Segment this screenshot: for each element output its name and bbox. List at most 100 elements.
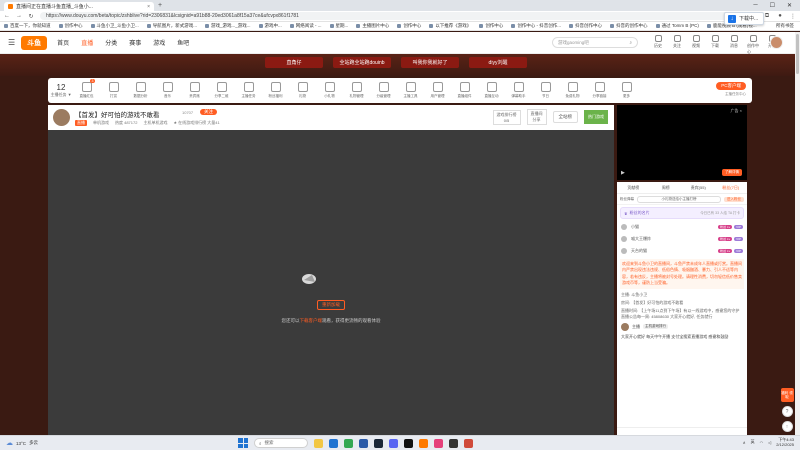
weather-widget[interactable]: ☁ 13°C 多云 [0,439,38,447]
toolbar-item[interactable]: 免费礼物 [560,82,585,99]
task-level[interactable]: 12 主播任务 ▼ [48,83,74,98]
store-icon[interactable] [359,438,368,448]
back-icon[interactable]: ← [4,13,10,19]
toolbar-item[interactable]: 直播组件 [452,82,477,99]
reload-button[interactable]: 重新加载 [317,300,345,310]
fan-card[interactable]: ♛ 粉丝的名片 今日已有 33 人给 TA 打卡 [620,207,744,219]
rank-row[interactable]: 天台的猫 粉丝 Lv VIP [617,245,747,257]
toolbar-item[interactable]: 粉丝福利 [263,82,288,99]
banner-button[interactable]: 直角仔 [265,57,323,68]
creator-button[interactable]: 创作中心 [747,35,759,55]
ad-label[interactable]: 广告 × [731,108,742,114]
rank-row[interactable]: 小猫 粉丝 Lv VIP [617,221,747,233]
chat-input[interactable] [617,427,747,435]
douyu-app-icon[interactable] [419,438,428,448]
toolbar-item[interactable]: 分享链接 [587,82,612,99]
toolbar-item[interactable]: 主播工具 [398,82,423,99]
bookmark-item[interactable]: 游戏_游戏..._游戏... [205,23,251,29]
bookmark-item[interactable]: 游戏中... [258,23,282,29]
bookmark-item[interactable]: 通过 Tomm B (PC) [655,23,699,29]
menu-icon[interactable]: ☰ [8,38,15,47]
bookmark-item[interactable]: 主播图片中心 [356,23,389,29]
room-subcategory[interactable]: 主机单机游戏 [143,120,167,126]
search-input[interactable]: 游戏gaoming吧 ⌕ [552,37,638,48]
tiktok-icon[interactable] [404,438,413,448]
bookmark-item[interactable]: 创作中心 - 抖音创作... [511,23,561,29]
toolbar-item[interactable]: 弹幕助手 [506,82,531,99]
url-field[interactable]: https://www.douyu.com/beta/topic/zshbliv… [40,12,745,20]
pc-client[interactable]: PC客户端 主播任务中心 [716,82,746,97]
video-button[interactable]: 视频 [690,35,702,55]
file-explorer-icon[interactable] [314,438,323,448]
banner-button[interactable]: 全站跑全站跑douinb [333,57,391,68]
toolbar-item[interactable]: 分享二维 [209,82,234,99]
bookmark-item[interactable]: 创作中心 [397,23,421,29]
welfare-button[interactable]: 福利 领取 [780,388,794,402]
game-rank-box[interactable]: 游戏排行榜 0/5 [492,109,521,125]
tab-contribution[interactable]: 贡献榜 [617,185,650,191]
minimize-icon[interactable]: ─ [753,2,757,9]
toolbar-item[interactable]: 礼物 [290,82,315,99]
language-indicator[interactable]: 英 [751,439,755,445]
chrome-browser-icon[interactable] [344,438,353,448]
download-client-link[interactable]: 下载客户端 [300,318,323,323]
video-app-icon[interactable] [434,438,443,448]
steam-icon[interactable] [374,438,383,448]
room-rank[interactable]: ★ 在线游戏排行榜 大量41 [173,120,219,126]
bookmark-item[interactable]: 创作中心 [479,23,503,29]
reload-icon[interactable]: ↻ [28,13,34,20]
recorder-icon[interactable] [464,438,473,448]
page-scrollbar[interactable] [795,32,800,435]
room-share-box[interactable]: 直播间 分享 [526,109,547,125]
pc-client-button[interactable]: PC客户端 [716,82,746,90]
toolbar-item[interactable]: 更多 [614,82,639,99]
douyu-logo[interactable]: 斗鱼 [21,35,48,50]
close-tab-icon[interactable]: × [147,4,150,10]
toolbar-item[interactable]: 分级管理 [371,82,396,99]
rank-row[interactable]: 喵大王爆炸 粉丝 Lv VIP [617,233,747,245]
right-ad[interactable]: 广告 × ▶ 了解详情 [617,105,747,180]
site-rank-button[interactable]: 全站榜 [552,111,578,123]
history-button[interactable]: 历史 [652,35,664,55]
download-popup[interactable]: ↓ 下载中... [724,12,764,25]
more-icon[interactable]: ⋮ [790,13,796,20]
chat-user[interactable]: 主播 主机游戏排行 [617,321,747,333]
toolbar-item[interactable]: 音乐 [155,82,180,99]
toolbar-item[interactable]: 用户管理 [425,82,450,99]
scrollbar-thumb[interactable] [796,34,799,74]
ad-details-button[interactable]: 了解详情 [722,169,742,176]
profile-icon[interactable]: ● [777,13,783,19]
follow-button[interactable]: 关注 [200,109,217,115]
user-avatar[interactable] [770,36,783,49]
toolbar-item[interactable]: 直播互动 [479,82,504,99]
forward-icon[interactable]: → [16,13,22,19]
clock[interactable]: 下午4:43 2/12/2025 [776,437,794,447]
nav-events[interactable]: 赛事 [129,38,141,47]
help-icon[interactable]: ? [781,406,793,417]
tab-fans[interactable]: 粉丝(7日) [715,185,748,191]
toolbar-item[interactable]: 打赏 [101,82,126,99]
tray-chevron-icon[interactable]: ∧ [743,440,746,445]
bookmark-item[interactable]: 导航图片，新式游戏... [146,23,197,29]
bookmark-item[interactable]: 斗鱼小卫_斗鱼小卫... [90,23,139,29]
search-icon[interactable]: ⌕ [629,40,632,45]
room-ad[interactable]: 热门游戏 [584,110,608,124]
extensions-icon[interactable]: ⧉ [764,13,770,20]
all-bookmarks[interactable]: 所有书签 [776,23,800,29]
bookmark-item[interactable]: 抖音的创作中心 [610,23,648,29]
room-category[interactable]: 单机游戏 [93,120,109,126]
bookmark-item[interactable]: 创作中心 [58,23,83,29]
message-button[interactable]: 消息 [728,35,740,55]
banner-button[interactable]: diyy刘醒 [469,57,527,68]
nav-home[interactable]: 首页 [57,38,69,47]
nav-live[interactable]: 直播 [81,38,93,47]
nav-category[interactable]: 分类 [105,38,117,47]
new-tab-button[interactable]: + [158,2,162,9]
toolbar-item[interactable]: 主播任务 [236,82,261,99]
anchor-avatar[interactable] [53,109,70,126]
bookmark-item[interactable]: 百度一下，你就知道 [4,23,51,29]
banner-button[interactable]: 叫我你我就好了 [401,57,459,68]
bookmark-item[interactable]: 以下推荐《游戏》 [429,23,471,29]
bookmark-item[interactable]: 星期... [329,23,348,29]
edge-browser-icon[interactable] [329,438,338,448]
